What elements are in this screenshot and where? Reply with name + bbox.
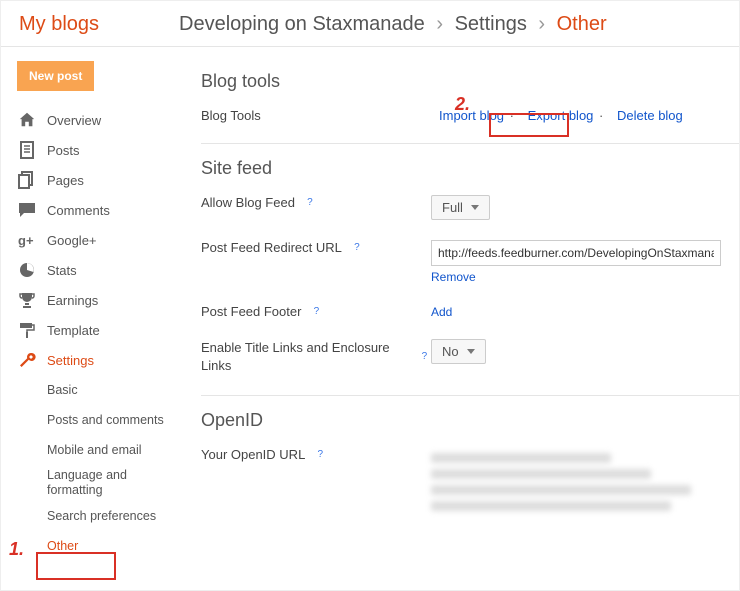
my-blogs-link[interactable]: My blogs — [19, 13, 99, 36]
sidebar-item-label: Language and formatting — [47, 468, 157, 498]
sidebar-item-label: Settings — [47, 353, 94, 368]
delete-blog-link[interactable]: Delete blog — [617, 108, 683, 123]
sidebar-item-label: Earnings — [47, 293, 98, 308]
house-icon — [17, 110, 37, 130]
footer-label: Post Feed Footer — [201, 304, 301, 319]
breadcrumb-sep: › — [430, 13, 449, 35]
sidebar-item-stats[interactable]: Stats — [17, 255, 191, 285]
blog-tools-label: Blog Tools — [201, 108, 431, 123]
help-icon[interactable]: ? — [309, 305, 323, 319]
annotation-number-2: 2. — [455, 94, 470, 115]
help-icon[interactable]: ? — [303, 196, 317, 210]
dropdown-value: No — [442, 344, 459, 359]
new-post-button[interactable]: New post — [17, 61, 94, 91]
sidebar-item-overview[interactable]: Overview — [17, 105, 191, 135]
sidebar-item-label: Other — [47, 539, 78, 553]
document-icon — [17, 140, 37, 160]
breadcrumb-blog[interactable]: Developing on Staxmanade — [179, 13, 425, 35]
googleplus-icon: g+ — [17, 230, 37, 250]
pages-icon — [17, 170, 37, 190]
add-link[interactable]: Add — [431, 305, 452, 319]
section-title-blog-tools: Blog tools — [201, 71, 739, 92]
sidebar-item-label: Template — [47, 323, 100, 338]
trophy-icon — [17, 290, 37, 310]
sidebar-item-label: Basic — [47, 383, 78, 397]
sidebar-item-pages[interactable]: Pages — [17, 165, 191, 195]
wrench-icon — [17, 350, 37, 370]
help-icon[interactable]: ? — [313, 448, 327, 462]
dropdown-value: Full — [442, 200, 463, 215]
openid-blurred-content — [431, 447, 739, 517]
help-icon[interactable]: ? — [418, 350, 431, 364]
sidebar-sub-language[interactable]: Language and formatting — [17, 465, 191, 501]
sidebar-item-comments[interactable]: Comments — [17, 195, 191, 225]
sidebar-item-settings[interactable]: Settings — [17, 345, 191, 375]
sidebar-item-label: Pages — [47, 173, 84, 188]
caret-down-icon — [467, 349, 475, 355]
remove-link[interactable]: Remove — [431, 270, 476, 284]
help-icon[interactable]: ? — [350, 241, 364, 255]
sidebar-item-label: Overview — [47, 113, 101, 128]
sidebar-item-label: Search preferences — [47, 509, 156, 523]
breadcrumb-other: Other — [557, 13, 607, 35]
sidebar-item-posts[interactable]: Posts — [17, 135, 191, 165]
sidebar-item-label: Stats — [47, 263, 77, 278]
export-blog-link[interactable]: Export blog — [528, 108, 594, 123]
sidebar-item-label: Mobile and email — [47, 443, 142, 457]
sidebar-sub-posts-comments[interactable]: Posts and comments — [17, 405, 191, 435]
comment-icon — [17, 200, 37, 220]
sidebar-item-template[interactable]: Template — [17, 315, 191, 345]
sidebar-item-label: Comments — [47, 203, 110, 218]
sidebar-sub-other[interactable]: Other — [17, 531, 191, 561]
sidebar-item-label: Posts — [47, 143, 80, 158]
allow-feed-label: Allow Blog Feed — [201, 195, 295, 210]
breadcrumb: Developing on Staxmanade › Settings › Ot… — [179, 13, 607, 36]
svg-text:g+: g+ — [18, 233, 34, 248]
section-title-openid: OpenID — [201, 410, 739, 431]
piechart-icon — [17, 260, 37, 280]
openid-label: Your OpenID URL — [201, 447, 305, 462]
sidebar-sub-mobile-email[interactable]: Mobile and email — [17, 435, 191, 465]
separator-dot: · — [599, 108, 603, 123]
separator-dot: · — [510, 108, 514, 123]
import-blog-link[interactable]: Import blog — [439, 108, 504, 123]
allow-feed-dropdown[interactable]: Full — [431, 195, 490, 220]
enclosure-dropdown[interactable]: No — [431, 339, 486, 364]
redirect-label: Post Feed Redirect URL — [201, 240, 342, 255]
caret-down-icon — [471, 205, 479, 211]
sidebar-sub-basic[interactable]: Basic — [17, 375, 191, 405]
sidebar-sub-search-prefs[interactable]: Search preferences — [17, 501, 191, 531]
sidebar-item-label: Google+ — [47, 233, 97, 248]
paintroller-icon — [17, 320, 37, 340]
section-title-site-feed: Site feed — [201, 158, 739, 179]
sidebar-item-googleplus[interactable]: g+ Google+ — [17, 225, 191, 255]
breadcrumb-sep: › — [532, 13, 551, 35]
sidebar-item-earnings[interactable]: Earnings — [17, 285, 191, 315]
breadcrumb-settings[interactable]: Settings — [455, 13, 527, 35]
enclosure-label: Enable Title Links and Enclosure Links — [201, 339, 410, 375]
redirect-url-input[interactable] — [431, 240, 721, 266]
sidebar-item-label: Posts and comments — [47, 413, 164, 427]
annotation-number-1: 1. — [9, 539, 24, 560]
